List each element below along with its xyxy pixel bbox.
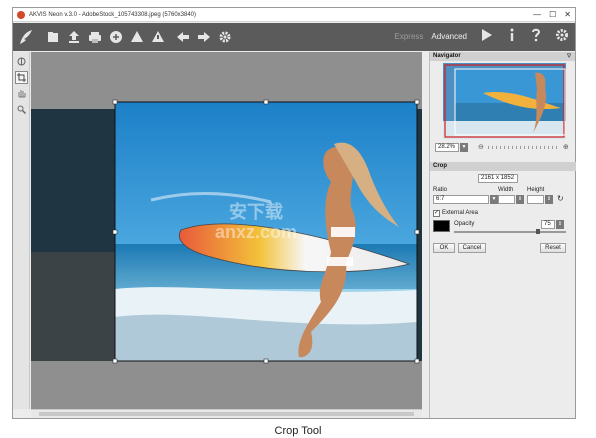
info-icon[interactable] — [509, 28, 515, 44]
width-stepper[interactable]: ⇕ — [516, 195, 524, 204]
zoom-field[interactable]: 28.2% — [435, 142, 459, 152]
watermark: 安下载 anxz.com — [214, 202, 298, 242]
zoom-row: 28.2% ▼ ⊖ ⊕ — [435, 141, 571, 153]
navigator-preview[interactable] — [443, 63, 566, 139]
zoom-tool-icon[interactable] — [15, 103, 28, 116]
share-icon[interactable] — [107, 29, 124, 46]
tool-palette — [13, 52, 30, 409]
mode-switch: Express Advanced — [395, 28, 570, 44]
save-icon[interactable] — [65, 29, 82, 46]
external-area-label: External Area — [442, 210, 479, 216]
color-swatch[interactable] — [433, 220, 450, 232]
width-label: Width — [498, 187, 514, 193]
horizontal-scrollbar[interactable] — [31, 409, 422, 418]
right-panel: Navigator ▽ 28.2% ▼ ⊖ ⊕ Crop 2161 x 1852… — [429, 52, 576, 418]
ratio-select[interactable]: 6:7 — [433, 195, 489, 204]
cancel-button[interactable]: Cancel — [458, 243, 486, 253]
redo-icon[interactable] — [195, 29, 212, 46]
preferences-icon[interactable] — [555, 28, 569, 44]
app-logo-icon — [17, 10, 25, 19]
undo-icon[interactable] — [174, 29, 191, 46]
height-stepper[interactable]: ⇕ — [545, 195, 553, 204]
hand-tool-icon[interactable] — [15, 87, 28, 100]
main-toolbar: Express Advanced — [13, 23, 575, 51]
opacity-slider[interactable] — [454, 231, 566, 233]
zoom-dropdown-icon[interactable]: ▼ — [460, 142, 468, 152]
zoom-in-icon[interactable]: ⊕ — [563, 143, 569, 151]
home-icon[interactable] — [16, 29, 36, 46]
height-field[interactable] — [527, 195, 544, 204]
ok-button[interactable]: OK — [433, 243, 455, 253]
help-icon[interactable] — [531, 28, 541, 44]
opacity-field[interactable]: 75 — [541, 220, 555, 229]
advanced-mode-tab[interactable]: Advanced — [431, 32, 467, 41]
opacity-label: Opacity — [454, 221, 475, 227]
zoom-out-icon[interactable]: ⊖ — [478, 143, 484, 151]
swap-icon[interactable]: ↻ — [557, 194, 564, 203]
ratio-dropdown-icon[interactable]: ▼ — [490, 195, 498, 204]
maximize-button[interactable]: ☐ — [549, 10, 556, 19]
external-area-checkbox[interactable]: ✓ — [433, 210, 440, 217]
window-controls: — ☐ ✕ — [533, 10, 571, 19]
opacity-stepper[interactable]: ⇕ — [556, 220, 564, 229]
navigator-header: Navigator ▽ — [430, 52, 575, 61]
minimize-button[interactable]: — — [533, 10, 541, 19]
collapse-icon[interactable]: ▽ — [567, 52, 571, 61]
crop-size-field: 2161 x 1852 — [478, 174, 518, 183]
gear-icon[interactable] — [216, 29, 233, 46]
open-icon[interactable] — [44, 29, 61, 46]
scrollbar-thumb[interactable] — [39, 412, 414, 416]
batch-icon[interactable] — [128, 29, 145, 46]
reset-button[interactable]: Reset — [540, 243, 566, 253]
close-button[interactable]: ✕ — [564, 10, 571, 19]
print-icon[interactable] — [86, 29, 103, 46]
app-window: AKVIS Neon v.3.0 - AdobeStock_105743308.… — [12, 7, 576, 419]
crop-header: Crop — [430, 162, 576, 171]
window-title: AKVIS Neon v.3.0 - AdobeStock_105743308.… — [29, 11, 197, 18]
before-after-icon[interactable] — [15, 55, 28, 68]
figure-caption: Crop Tool — [274, 425, 322, 437]
run-icon[interactable] — [481, 28, 493, 44]
opacity-slider-thumb[interactable] — [536, 229, 540, 234]
ratio-label: Ratio — [433, 187, 448, 193]
settings-icon[interactable] — [149, 29, 166, 46]
crop-section: Crop 2161 x 1852 Ratio Width Height 6:7 … — [430, 162, 576, 253]
height-label: Height — [527, 187, 545, 193]
zoom-slider[interactable] — [487, 145, 560, 149]
image-canvas[interactable]: 安下载 anxz.com — [31, 52, 422, 409]
navigator-title: Navigator — [433, 53, 461, 59]
title-bar: AKVIS Neon v.3.0 - AdobeStock_105743308.… — [13, 8, 575, 22]
crop-tool-icon[interactable] — [15, 71, 28, 84]
express-mode-tab[interactable]: Express — [395, 32, 424, 41]
width-field[interactable] — [498, 195, 515, 204]
